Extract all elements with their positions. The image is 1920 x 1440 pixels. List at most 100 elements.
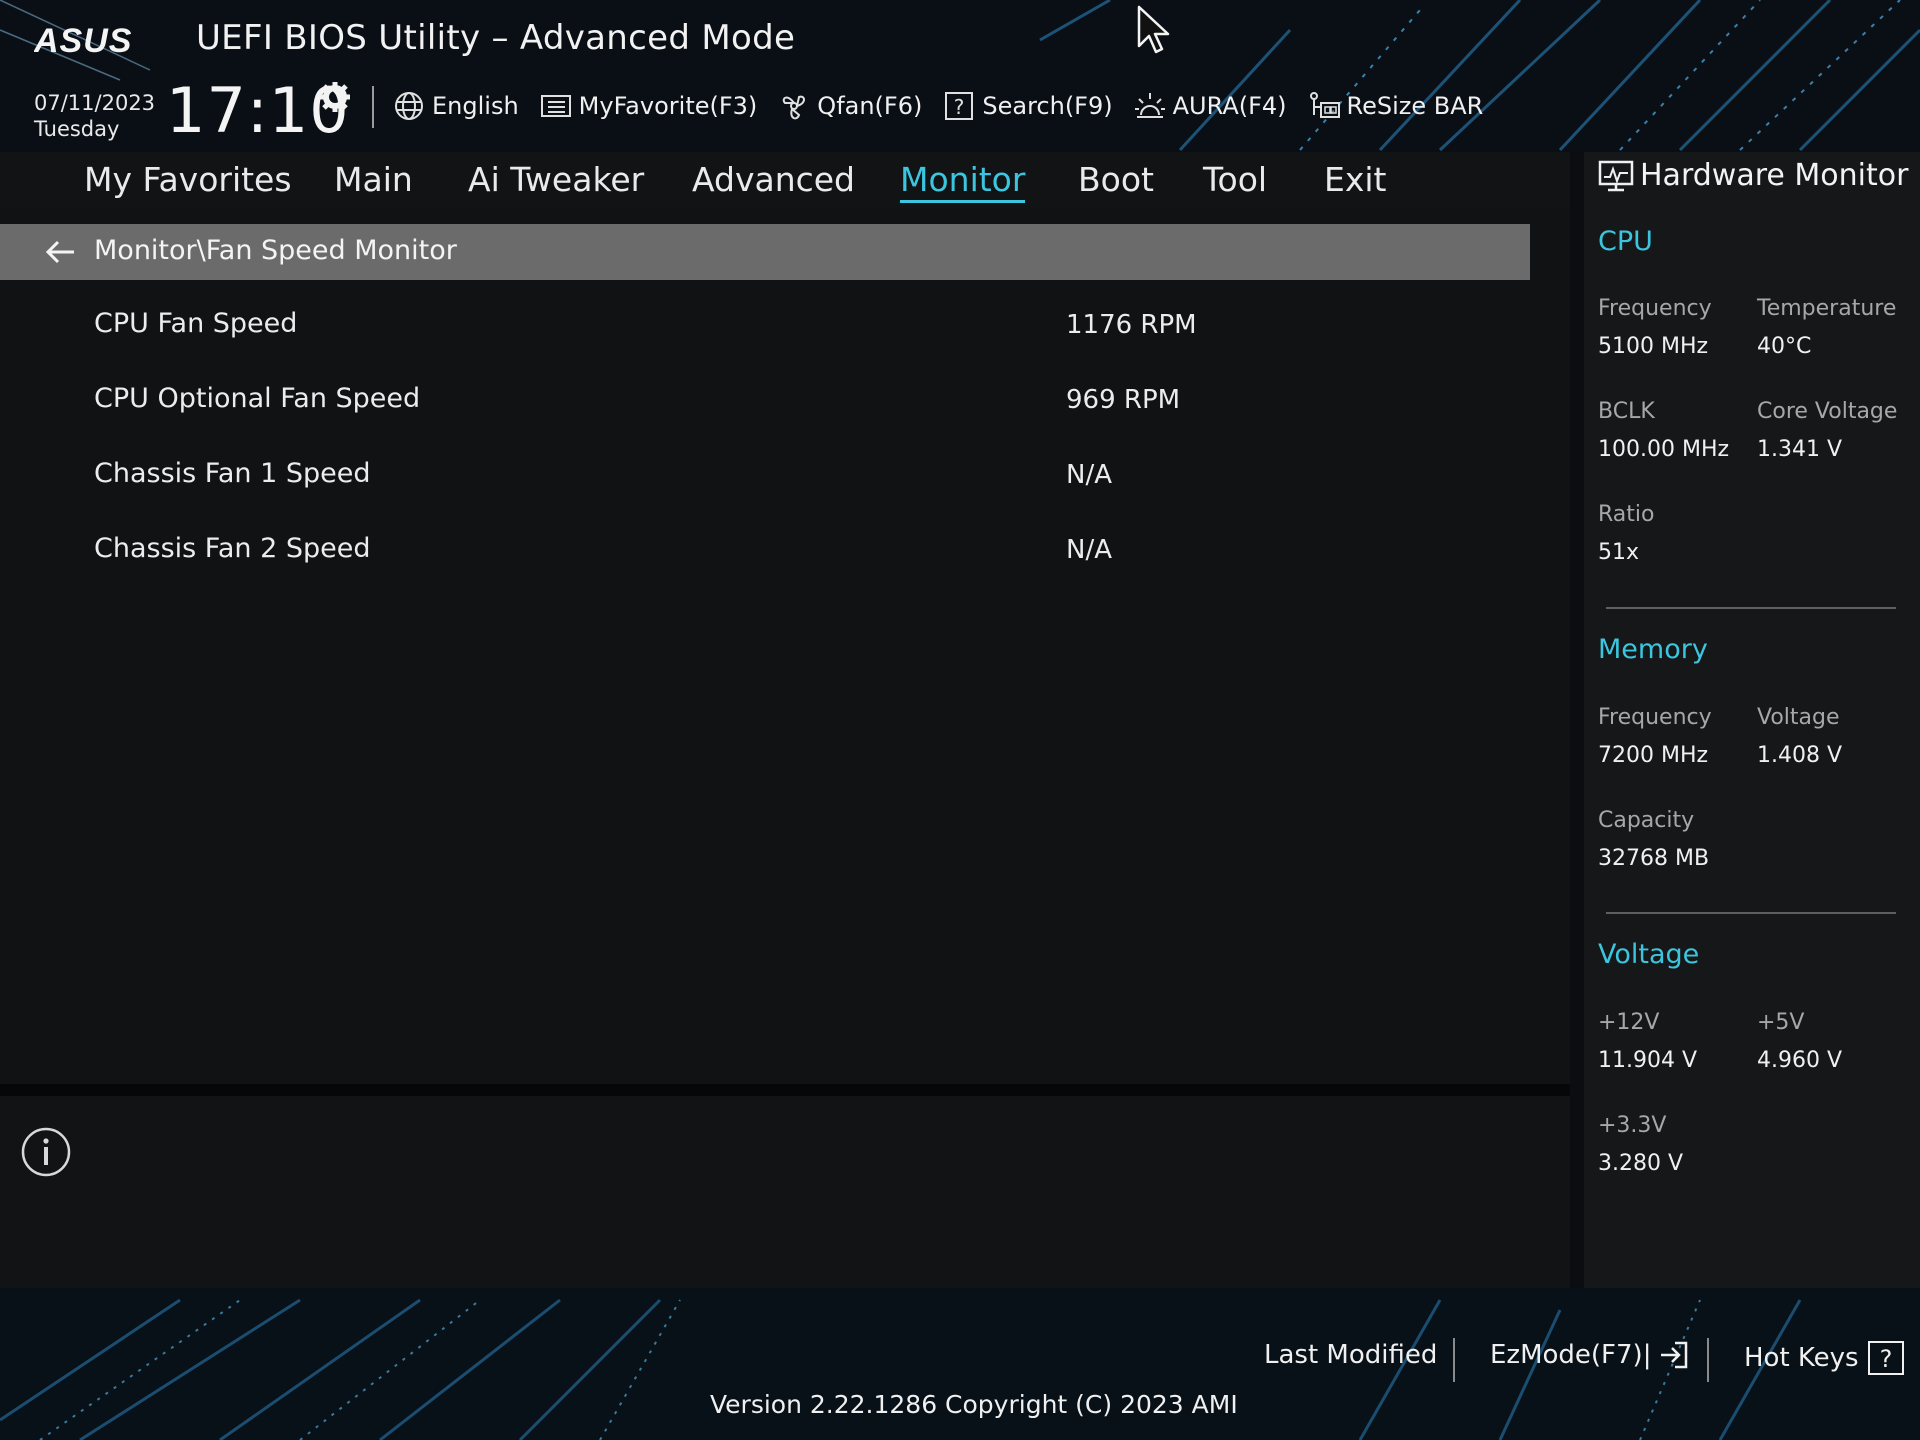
back-arrow-icon[interactable] bbox=[44, 238, 76, 266]
setting-row-cpu-opt-fan[interactable]: CPU Optional Fan Speed 969 RPM bbox=[0, 371, 1530, 431]
globe-icon bbox=[395, 92, 423, 120]
setting-row-cpu-fan[interactable]: CPU Fan Speed 1176 RPM bbox=[0, 296, 1530, 356]
capacity-label: Capacity bbox=[1598, 808, 1695, 833]
asus-logo: ASUS bbox=[34, 22, 132, 58]
tab-advanced[interactable]: Advanced bbox=[692, 160, 855, 199]
last-modified-label: Last Modified bbox=[1264, 1340, 1438, 1370]
ezmode-label: EzMode(F7)| bbox=[1490, 1340, 1652, 1370]
svg-text:?: ? bbox=[954, 95, 965, 119]
setting-row-chassis-fan-2[interactable]: Chassis Fan 2 Speed N/A bbox=[0, 521, 1530, 581]
tab-exit[interactable]: Exit bbox=[1324, 160, 1387, 199]
favorite-list-icon bbox=[540, 95, 571, 117]
search-button[interactable]: ? Search(F9) bbox=[942, 89, 1113, 123]
myfavorite-button[interactable]: MyFavorite(F3) bbox=[539, 89, 758, 123]
qfan-label: Qfan(F6) bbox=[817, 92, 923, 120]
help-panel bbox=[0, 1096, 1570, 1288]
weekday-text: Tuesday bbox=[34, 117, 120, 141]
row-label: CPU Optional Fan Speed bbox=[94, 383, 421, 414]
tab-my-favorites[interactable]: My Favorites bbox=[84, 160, 292, 199]
header: ASUS UEFI BIOS Utility – Advanced Mode 0… bbox=[0, 0, 1920, 152]
memory-frequency-label: Frequency bbox=[1598, 705, 1712, 730]
v5-value: 4.960 V bbox=[1757, 1048, 1843, 1073]
row-value: 1176 RPM bbox=[1066, 310, 1197, 340]
toolbar: English MyFavorite(F3) Qfan(F6) ? Search… bbox=[392, 86, 1483, 126]
aura-button[interactable]: AURA(F4) bbox=[1133, 89, 1287, 123]
myfavorite-label: MyFavorite(F3) bbox=[578, 92, 758, 120]
memory-voltage-value: 1.408 V bbox=[1757, 743, 1843, 768]
row-label: CPU Fan Speed bbox=[94, 308, 298, 339]
hardware-monitor-panel: Hardware Monitor CPU Frequency Temperatu… bbox=[1584, 152, 1920, 1288]
hot-keys-button[interactable]: Hot Keys ? bbox=[1744, 1340, 1905, 1376]
bclk-label: BCLK bbox=[1598, 399, 1655, 424]
hot-keys-label: Hot Keys bbox=[1744, 1343, 1859, 1373]
date-display: 07/11/2023 Tuesday bbox=[34, 90, 155, 142]
section-divider bbox=[1606, 912, 1896, 914]
bclk-value: 100.00 MHz bbox=[1598, 437, 1730, 462]
cpu-section-title: CPU bbox=[1598, 226, 1653, 257]
row-value: N/A bbox=[1066, 460, 1112, 490]
resize-bar-button[interactable]: ReSize BAR bbox=[1307, 89, 1484, 123]
hardware-monitor-label: Hardware Monitor bbox=[1640, 158, 1909, 193]
cpu-frequency-label: Frequency bbox=[1598, 296, 1712, 321]
v12-label: +12V bbox=[1598, 1010, 1660, 1035]
hardware-monitor-title: Hardware Monitor bbox=[1598, 158, 1908, 193]
section-divider bbox=[1606, 607, 1896, 609]
tab-main[interactable]: Main bbox=[334, 160, 413, 199]
footer-divider bbox=[1707, 1338, 1709, 1382]
qfan-button[interactable]: Qfan(F6) bbox=[777, 89, 922, 123]
question-box-icon: ? bbox=[1867, 1341, 1904, 1375]
version-text: Version 2.22.1286 Copyright (C) 2023 AMI bbox=[710, 1390, 1238, 1419]
date-text: 07/11/2023 bbox=[34, 91, 156, 115]
cpu-temperature-label: Temperature bbox=[1757, 296, 1897, 321]
svg-text:ASUS: ASUS bbox=[34, 22, 132, 58]
exit-arrow-icon bbox=[1661, 1341, 1688, 1369]
voltage-section-title: Voltage bbox=[1598, 939, 1700, 970]
memory-frequency-value: 7200 MHz bbox=[1598, 743, 1709, 768]
gear-icon[interactable] bbox=[318, 80, 352, 114]
language-button[interactable]: English bbox=[392, 89, 519, 123]
info-icon bbox=[21, 1127, 71, 1177]
panel-divider bbox=[0, 1084, 1570, 1096]
cpu-frequency-value: 5100 MHz bbox=[1598, 334, 1709, 359]
footer: Last Modified EzMode(F7)| Hot Keys ? Ver… bbox=[0, 1288, 1920, 1440]
mouse-cursor-icon bbox=[1137, 5, 1170, 54]
tab-ai-tweaker[interactable]: Ai Tweaker bbox=[468, 160, 644, 199]
monitor-display-icon bbox=[1598, 160, 1634, 191]
core-voltage-label: Core Voltage bbox=[1757, 399, 1898, 424]
memory-section-title: Memory bbox=[1598, 634, 1708, 665]
breadcrumb[interactable]: Monitor\Fan Speed Monitor bbox=[0, 224, 1530, 280]
main-panel: Monitor\Fan Speed Monitor CPU Fan Speed … bbox=[0, 208, 1570, 1084]
aura-light-icon bbox=[1134, 93, 1165, 118]
svg-text:?: ? bbox=[1879, 1345, 1892, 1373]
row-label: Chassis Fan 2 Speed bbox=[94, 533, 371, 564]
header-divider bbox=[372, 86, 374, 128]
setting-row-chassis-fan-1[interactable]: Chassis Fan 1 Speed N/A bbox=[0, 446, 1530, 506]
capacity-value: 32768 MB bbox=[1598, 846, 1710, 871]
memory-voltage-label: Voltage bbox=[1757, 705, 1840, 730]
row-label: Chassis Fan 1 Speed bbox=[94, 458, 371, 489]
tab-bar: My Favorites Main Ai Tweaker Advanced Mo… bbox=[0, 152, 1570, 208]
ratio-label: Ratio bbox=[1598, 502, 1655, 527]
ratio-value: 51x bbox=[1598, 540, 1640, 565]
tab-boot[interactable]: Boot bbox=[1078, 160, 1154, 199]
footer-divider bbox=[1453, 1338, 1455, 1382]
core-voltage-value: 1.341 V bbox=[1757, 437, 1843, 462]
resize-bar-label: ReSize BAR bbox=[1346, 92, 1484, 120]
aura-label: AURA(F4) bbox=[1172, 92, 1287, 120]
row-value: N/A bbox=[1066, 535, 1112, 565]
language-label: English bbox=[432, 92, 519, 120]
ezmode-button[interactable]: EzMode(F7)| bbox=[1490, 1340, 1689, 1370]
app-title: UEFI BIOS Utility – Advanced Mode bbox=[196, 18, 796, 58]
v33-label: +3.3V bbox=[1598, 1113, 1667, 1138]
row-value: 969 RPM bbox=[1066, 385, 1181, 415]
fan-icon bbox=[783, 95, 806, 120]
cpu-temperature-value: 40°C bbox=[1757, 334, 1812, 359]
v33-value: 3.280 V bbox=[1598, 1151, 1684, 1176]
search-label: Search(F9) bbox=[982, 92, 1113, 120]
v12-value: 11.904 V bbox=[1598, 1048, 1698, 1073]
tab-monitor[interactable]: Monitor bbox=[900, 160, 1026, 203]
last-modified-button[interactable]: Last Modified bbox=[1264, 1340, 1437, 1370]
resize-bar-icon bbox=[1309, 92, 1340, 118]
tab-tool[interactable]: Tool bbox=[1203, 160, 1267, 199]
v5-label: +5V bbox=[1757, 1010, 1805, 1035]
